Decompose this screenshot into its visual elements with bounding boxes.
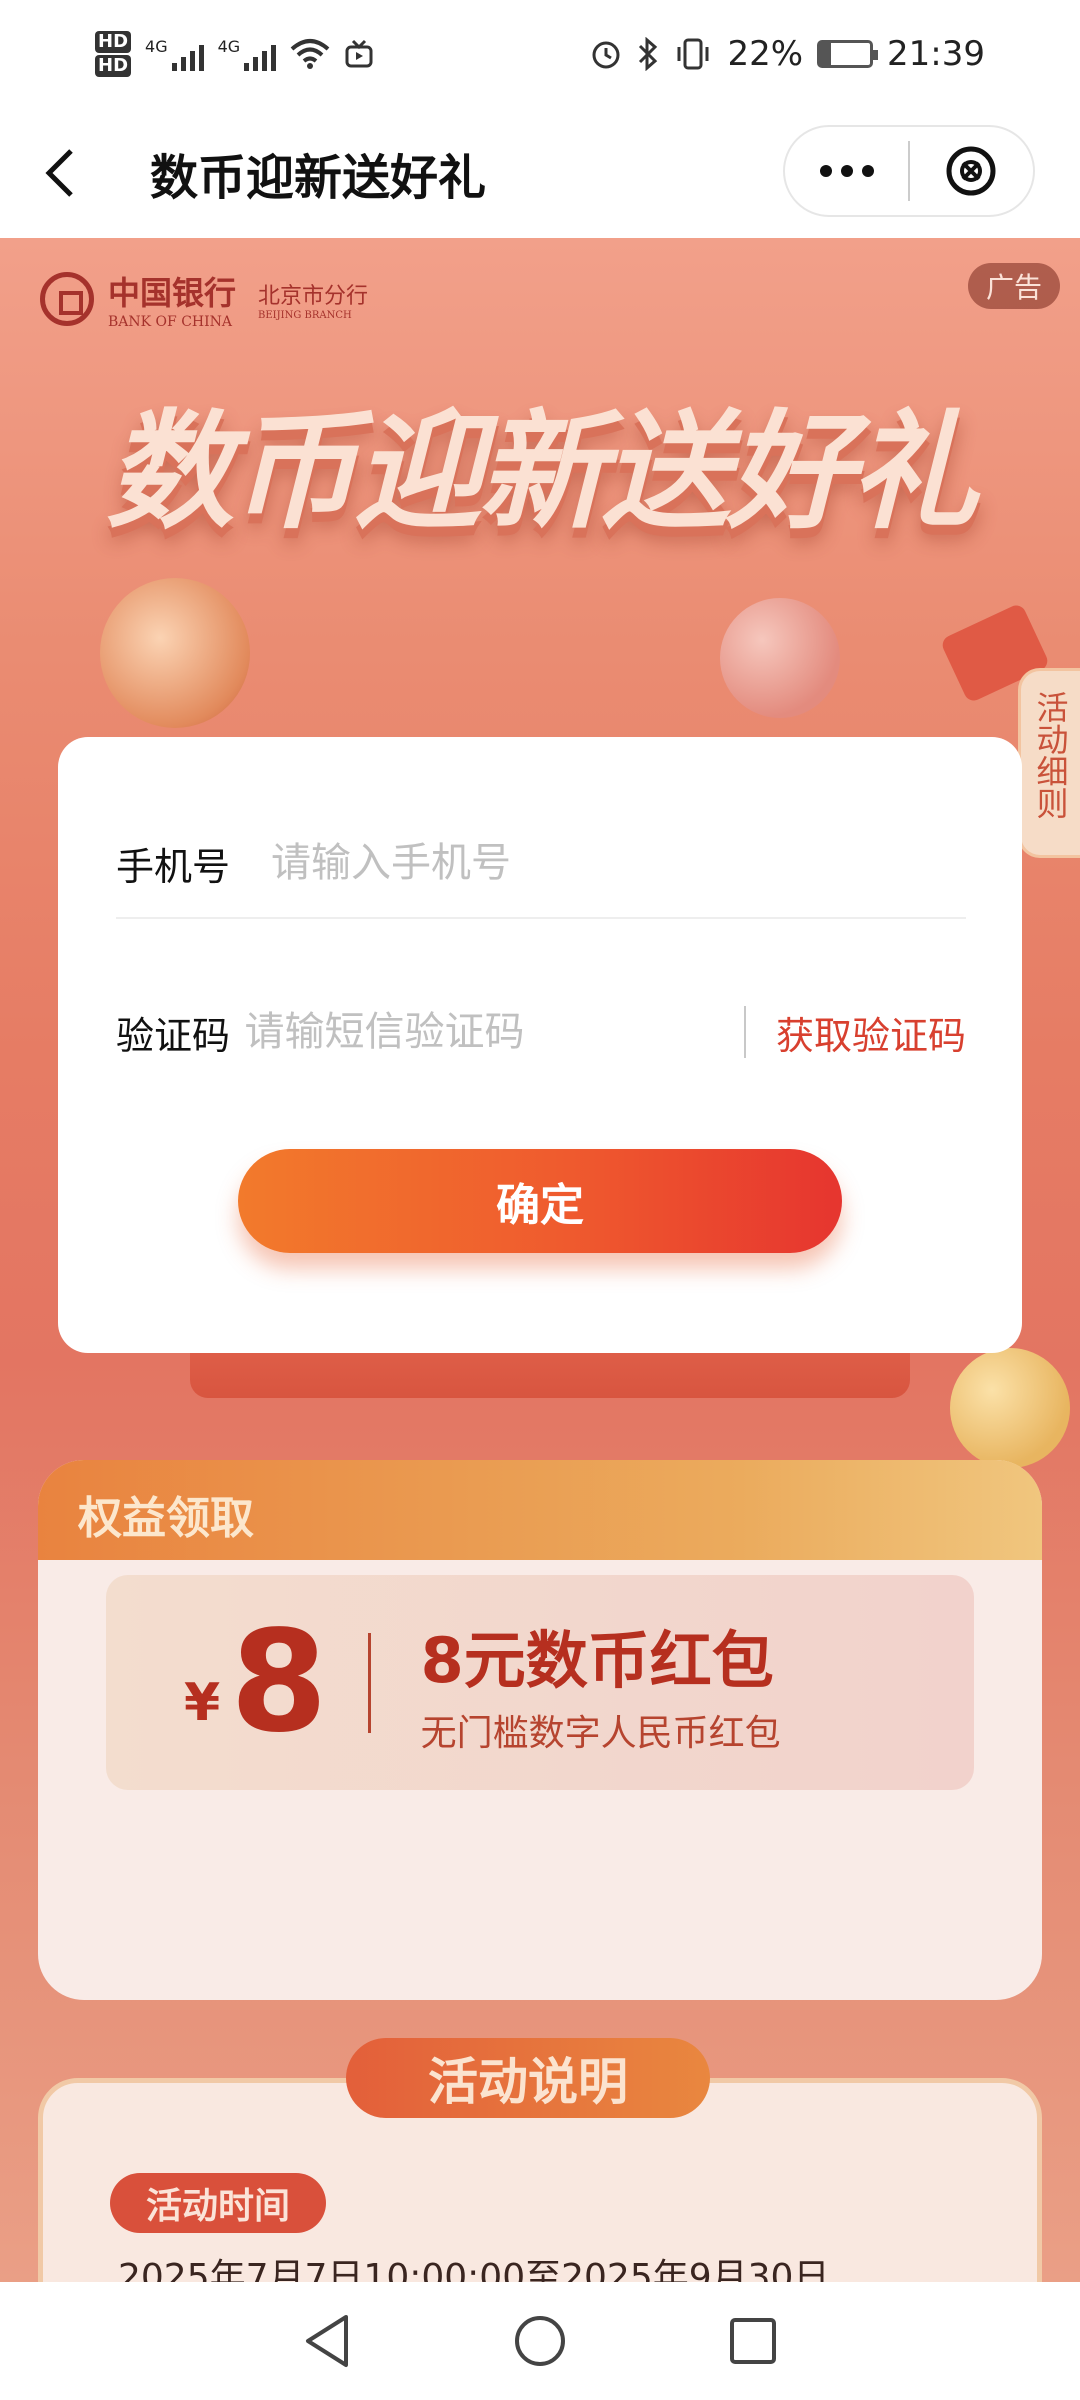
- battery-percent: 22%: [727, 34, 804, 74]
- mini-program-capsule: [783, 125, 1035, 217]
- bank-name: 中国银行 BANK OF CHINA: [108, 268, 236, 330]
- coin-icon: [950, 1348, 1070, 1468]
- alarm-icon: [592, 41, 620, 69]
- globe-decoration-icon: [720, 598, 840, 718]
- bank-name-en: BANK OF CHINA: [108, 314, 233, 330]
- chevron-left-icon: [45, 149, 73, 197]
- nav-back-button[interactable]: [287, 2301, 367, 2381]
- page-title: 数币迎新送好礼: [150, 150, 487, 206]
- close-circle-icon: [946, 146, 996, 196]
- hero-title: 数币迎新送好礼: [105, 398, 978, 547]
- bank-of-china-logo-icon: [40, 272, 94, 326]
- more-dot-icon: [840, 165, 853, 177]
- code-row: 验证码 获取验证码: [116, 987, 966, 1077]
- hd-bottom-label: HD: [95, 55, 132, 77]
- time-badge: 活动时间: [110, 2173, 327, 2233]
- rules-heading: 活动说明: [346, 2038, 710, 2118]
- close-button[interactable]: [910, 127, 1033, 215]
- signal-icon: 4G: [145, 37, 204, 71]
- coupon-amount: 8: [230, 1600, 328, 1764]
- nav-home-button[interactable]: [500, 2301, 580, 2381]
- confirm-button[interactable]: 确定: [238, 1149, 842, 1253]
- bank-name-cn: 中国银行: [108, 274, 237, 312]
- coupon-divider: [367, 1632, 371, 1733]
- bank-logo: 中国银行 BANK OF CHINA 北京市分行 BEIJING BRANCH: [40, 268, 368, 330]
- coupon[interactable]: ¥ 8 8元数币红包 无门槛数字人民币红包: [106, 1575, 974, 1790]
- benefit-card: 权益领取 ¥ 8 8元数币红包 无门槛数字人民币红包: [38, 1460, 1042, 2000]
- network-type-1: 4G: [145, 37, 168, 56]
- coupon-desc: 无门槛数字人民币红包: [420, 1712, 781, 1754]
- hd-indicators: HD HD: [95, 30, 132, 78]
- get-code-button[interactable]: 获取验证码: [776, 1005, 966, 1060]
- phone-row: 手机号: [116, 809, 966, 919]
- system-nav-bar: [0, 2282, 1080, 2400]
- wifi-icon: [290, 39, 330, 69]
- coupon-currency: ¥: [184, 1672, 221, 1733]
- ad-badge: 广告: [967, 263, 1060, 309]
- square-recents-icon: [730, 2318, 777, 2364]
- back-button[interactable]: [0, 108, 120, 238]
- more-dot-icon: [819, 165, 832, 177]
- code-divider: [743, 1006, 746, 1058]
- branch-name: 北京市分行 BEIJING BRANCH: [258, 278, 368, 321]
- status-right: 22% 21:39: [589, 34, 985, 74]
- vibrate-icon: [677, 38, 709, 70]
- battery-icon: [817, 40, 879, 68]
- network-type-2: 4G: [217, 37, 241, 56]
- signal-icon-2: 4G: [218, 37, 277, 71]
- verify-modal: 手机号 验证码 获取验证码 确定: [58, 737, 1022, 1353]
- title-bar: 数币迎新送好礼: [0, 108, 1080, 238]
- status-bar: HD HD 4G 4G 22% 21:39: [0, 0, 1080, 108]
- coupon-name: 8元数币红包: [420, 1623, 774, 1697]
- phone-label: 手机号: [116, 844, 231, 889]
- nav-recents-button[interactable]: [713, 2301, 793, 2381]
- branch-name-cn: 北京市分行: [258, 283, 369, 309]
- hd-top-label: HD: [95, 31, 132, 53]
- code-input[interactable]: [244, 1009, 744, 1055]
- tv-icon: [345, 39, 373, 68]
- time-text: 2025年7月7日10:00:00至2025年9月30日: [118, 2257, 830, 2282]
- megaphone-icon: [100, 578, 250, 728]
- code-label: 验证码: [116, 1013, 231, 1058]
- triangle-back-icon: [305, 2315, 348, 2367]
- circle-home-icon: [514, 2316, 565, 2366]
- phone-input[interactable]: [271, 840, 966, 886]
- clock: 21:39: [887, 34, 985, 74]
- rules-tab[interactable]: 活动细则: [1018, 668, 1080, 858]
- status-left: HD HD 4G 4G: [95, 30, 374, 78]
- branch-name-en: BEIJING BRANCH: [258, 309, 352, 321]
- coupon-info: 8元数币红包 无门槛数字人民币红包: [421, 1610, 781, 1756]
- more-dot-icon: [861, 165, 874, 177]
- more-button[interactable]: [785, 127, 908, 215]
- bluetooth-icon: [639, 37, 658, 71]
- benefit-header: 权益领取: [38, 1460, 1042, 1560]
